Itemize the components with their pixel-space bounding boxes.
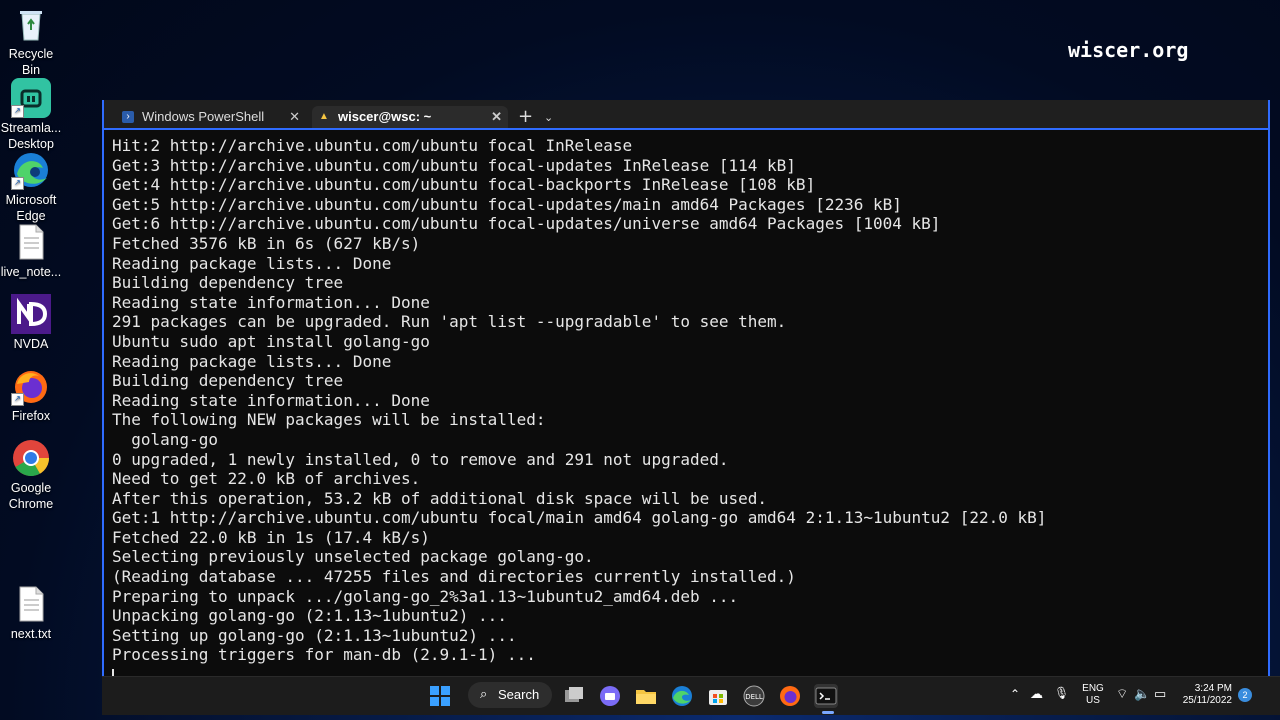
desktop-icon-live-notes[interactable]: live_note... — [0, 222, 62, 280]
volume-icon[interactable]: 🔈 — [1134, 686, 1150, 702]
nvda-icon — [11, 294, 51, 334]
tab-label: Windows PowerShell — [142, 109, 265, 124]
desktop-icon-recycle-bin[interactable]: Recycle Bin — [0, 4, 62, 78]
text-cursor — [112, 668, 114, 676]
tab-windows-powershell[interactable]: › Windows PowerShell ✕ — [116, 106, 306, 128]
terminal-line: Get:6 http://archive.ubuntu.com/ubuntu f… — [112, 214, 941, 234]
task-view-icon[interactable] — [562, 684, 586, 708]
chevron-down-icon[interactable]: ⌄ — [544, 108, 553, 128]
terminal-line: 291 packages can be upgraded. Run 'apt l… — [112, 312, 787, 332]
desktop-icon-edge[interactable]: ↗ Microsoft Edge — [0, 150, 62, 224]
clock-date: 25/11/2022 — [1182, 695, 1232, 706]
desktop-icon-nvda[interactable]: NVDA — [0, 294, 62, 352]
terminal-line: Get:5 http://archive.ubuntu.com/ubuntu f… — [112, 194, 902, 214]
desktop-icon-chrome[interactable]: Google Chrome — [0, 438, 62, 512]
terminal-line: Building dependency tree — [112, 273, 344, 293]
edge-icon: ↗ — [11, 150, 51, 190]
terminal-line: Ubuntu sudo apt install golang-go — [112, 331, 430, 351]
shortcut-arrow-icon: ↗ — [11, 105, 24, 118]
search-icon: ⌕ — [480, 686, 488, 701]
desktop-icon-label: Recycle Bin — [8, 47, 54, 77]
close-icon[interactable]: ✕ — [491, 106, 502, 128]
terminal-line: Hit:2 http://archive.ubuntu.com/ubuntu f… — [112, 136, 633, 155]
tab-wsl-ubuntu[interactable]: ▲ wiscer@wsc: ~ ✕ — [312, 106, 508, 128]
svg-text:DELL: DELL — [745, 693, 763, 701]
shortcut-arrow-icon: ↗ — [11, 177, 24, 190]
search-label: Search — [498, 687, 540, 702]
desktop-icon-next-txt[interactable]: next.txt — [0, 584, 62, 642]
terminal-line: Need to get 22.0 kB of archives. — [112, 469, 421, 489]
desktop-icon-label: next.txt — [10, 627, 52, 641]
desktop-icon-firefox[interactable]: ↗ Firefox — [0, 366, 62, 424]
terminal-line: Unpacking golang-go (2:1.13~1ubuntu2) ..… — [112, 606, 507, 626]
watermark: wiscer.org — [1068, 38, 1189, 62]
terminal-line: Get:1 http://archive.ubuntu.com/ubuntu f… — [112, 508, 1047, 528]
teams-chat-icon[interactable] — [598, 684, 622, 708]
clock[interactable]: 3:24 PM 25/11/2022 — [1180, 683, 1232, 707]
desktop-icon-label: Streamla... Desktop — [0, 121, 62, 151]
desktop-icon-label: Firefox — [11, 409, 51, 423]
microphone-icon[interactable]: 🎙 — [1054, 686, 1069, 700]
wifi-icon[interactable]: ⌔ — [1116, 686, 1128, 702]
streamlabs-icon: ↗ — [11, 78, 51, 118]
taskbar: ⌕ Search DELL ⌃ ☁ 🎙 ENG US ⌔ 🔈 ▭ 3:24 PM… — [102, 676, 1280, 715]
terminal-line: Reading package lists... Done — [112, 253, 392, 273]
battery-icon[interactable]: ▭ — [1154, 686, 1166, 702]
terminal-line: Building dependency tree — [112, 371, 344, 391]
new-tab-button[interactable]: + — [518, 106, 533, 128]
close-icon[interactable]: ✕ — [289, 106, 300, 128]
terminal-line: After this operation, 53.2 kB of additio… — [112, 488, 768, 508]
terminal-line: Get:4 http://archive.ubuntu.com/ubuntu f… — [112, 175, 816, 195]
clock-time: 3:24 PM — [1194, 683, 1232, 694]
taskbar-search-button[interactable]: ⌕ Search — [468, 682, 552, 708]
language-indicator[interactable]: ENG US — [1080, 683, 1106, 707]
linux-penguin-icon: ▲ — [319, 111, 329, 122]
terminal-line: golang-go — [112, 429, 218, 449]
terminal-line: (Reading database ... 47255 files and di… — [112, 567, 796, 587]
edge-icon[interactable] — [670, 684, 694, 708]
terminal-line: Preparing to unpack .../golang-go_2%3a1.… — [112, 586, 739, 606]
terminal-line: Reading package lists... Done — [112, 351, 392, 371]
windows-start-icon[interactable] — [428, 684, 452, 708]
tab-label: wiscer@wsc: ~ — [338, 109, 432, 124]
desktop-icon-label: NVDA — [13, 337, 49, 351]
notification-badge[interactable]: 2 — [1238, 688, 1252, 702]
terminal-line: Get:3 http://archive.ubuntu.com/ubuntu f… — [112, 155, 796, 175]
terminal-line: Reading state information... Done — [112, 390, 430, 410]
text-file-icon — [11, 222, 51, 262]
desktop-icon-streamlabs[interactable]: ↗ Streamla... Desktop — [0, 78, 62, 152]
microsoft-store-icon[interactable] — [706, 684, 730, 708]
show-hidden-icons-chevron-icon[interactable]: ⌃ — [1010, 687, 1020, 701]
recycle-bin-icon — [11, 4, 51, 44]
tab-bar: › Windows PowerShell ✕ ▲ wiscer@wsc: ~ ✕… — [104, 100, 1268, 130]
desktop-icon-label: Microsoft Edge — [5, 193, 57, 223]
terminal-line: The following NEW packages will be insta… — [112, 410, 546, 430]
terminal-line: Selecting previously unselected package … — [112, 547, 594, 567]
terminal-line: 0 upgraded, 1 newly installed, 0 to remo… — [112, 449, 729, 469]
terminal-output[interactable]: Hit:2 http://archive.ubuntu.com/ubuntu f… — [112, 136, 1252, 676]
dell-icon[interactable]: DELL — [742, 684, 766, 708]
powershell-icon: › — [122, 111, 134, 123]
text-file-icon — [11, 584, 51, 624]
firefox-icon[interactable] — [778, 684, 802, 708]
terminal-icon[interactable] — [814, 684, 838, 708]
terminal-line: Reading state information... Done — [112, 292, 430, 312]
onedrive-cloud-icon[interactable]: ☁ — [1030, 686, 1043, 702]
terminal-window[interactable]: › Windows PowerShell ✕ ▲ wiscer@wsc: ~ ✕… — [102, 100, 1270, 714]
desktop-icon-label: live_note... — [0, 265, 62, 279]
terminal-line: Setting up golang-go (2:1.13~1ubuntu2) .… — [112, 625, 517, 645]
shortcut-arrow-icon: ↗ — [11, 393, 24, 406]
chrome-icon — [11, 438, 51, 478]
terminal-prompt-line[interactable] — [112, 665, 1252, 676]
desktop-icon-label: Google Chrome — [8, 481, 54, 511]
terminal-line: Fetched 22.0 kB in 1s (17.4 kB/s) — [112, 527, 430, 547]
active-app-indicator — [822, 711, 834, 714]
file-explorer-icon[interactable] — [634, 684, 658, 708]
firefox-icon: ↗ — [11, 366, 51, 406]
terminal-line: Fetched 3576 kB in 6s (627 kB/s) — [112, 233, 421, 253]
language-code: ENG — [1082, 683, 1104, 694]
region-code: US — [1086, 695, 1100, 706]
terminal-line: Processing triggers for man-db (2.9.1-1)… — [112, 645, 536, 665]
